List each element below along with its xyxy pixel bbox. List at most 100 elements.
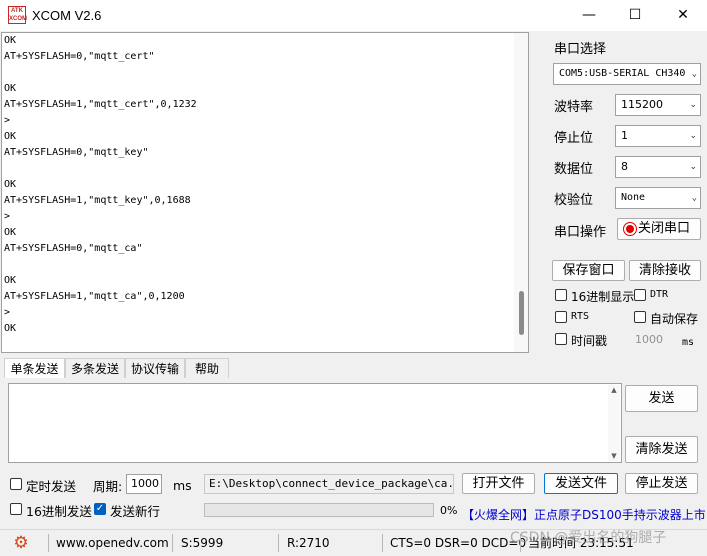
timed-send-checkbox[interactable] bbox=[10, 478, 22, 490]
window-title: XCOM V2.6 bbox=[32, 8, 102, 23]
stopbits-label: 停止位 bbox=[554, 131, 594, 146]
app-logo-icon: ATK XCOM bbox=[8, 6, 27, 24]
timestamp-checkbox[interactable] bbox=[555, 333, 567, 345]
baud-value: 115200 bbox=[621, 98, 663, 111]
clear-receive-button[interactable]: 清除接收 bbox=[629, 260, 701, 281]
tab-protocol[interactable]: 协议传输 bbox=[125, 358, 185, 378]
ad-link[interactable]: 【火爆全网】正点原子DS100手持示波器上市 bbox=[462, 506, 706, 523]
tab-multi-send[interactable]: 多条发送 bbox=[65, 358, 125, 378]
auto-save-checkbox[interactable] bbox=[634, 311, 646, 323]
stopbits-value: 1 bbox=[621, 129, 628, 142]
maximize-button[interactable]: ☐ bbox=[612, 0, 658, 31]
close-port-label: 关闭串口 bbox=[638, 221, 691, 236]
period-label: 周期: bbox=[93, 479, 123, 494]
timestamp-label: 时间戳 bbox=[571, 334, 608, 348]
scroll-down-icon[interactable]: ▼ bbox=[608, 451, 620, 461]
receive-line: > bbox=[4, 211, 11, 222]
hex-display-label: 16进制显示 bbox=[571, 290, 635, 304]
clear-send-button[interactable]: 清除发送 bbox=[625, 436, 698, 463]
sent-count: S:5999 bbox=[181, 536, 224, 550]
receive-line: AT+SYSFLASH=1,"mqtt_cert",0,1232 bbox=[4, 99, 197, 110]
receive-textarea[interactable]: OK AT+SYSFLASH=0,"mqtt_cert" OK AT+SYSFLASH… bbox=[1, 32, 529, 353]
receive-line: OK bbox=[4, 275, 17, 286]
parity-select[interactable]: None ⌄ bbox=[615, 187, 701, 209]
receive-lines: OK AT+SYSFLASH=0,"mqtt_cert" OK AT+SYSFLASH… bbox=[2, 33, 528, 337]
parity-value: None bbox=[621, 192, 646, 203]
receive-line: OK bbox=[4, 35, 17, 46]
receive-line: OK bbox=[4, 227, 17, 238]
receive-line: AT+SYSFLASH=0,"mqtt_ca" bbox=[4, 243, 143, 254]
parity-label: 校验位 bbox=[554, 193, 594, 208]
status-separator bbox=[172, 534, 173, 552]
receive-line: AT+SYSFLASH=1,"mqtt_ca",0,1200 bbox=[4, 291, 185, 302]
send-progress-bar bbox=[204, 503, 434, 517]
chevron-down-icon: ⌄ bbox=[689, 131, 697, 141]
minimize-button[interactable]: — bbox=[566, 0, 612, 31]
save-window-button[interactable]: 保存窗口 bbox=[552, 260, 625, 281]
close-button[interactable]: ✕ bbox=[660, 0, 706, 31]
hex-display-checkbox[interactable] bbox=[555, 289, 567, 301]
tab-single-send[interactable]: 单条发送 bbox=[4, 358, 65, 378]
send-newline-checkbox[interactable]: ✓ bbox=[94, 503, 106, 515]
scroll-up-icon[interactable]: ▲ bbox=[608, 385, 620, 395]
port-select-label: 串口选择 bbox=[554, 42, 607, 57]
period-unit: ms bbox=[173, 478, 192, 493]
baud-select[interactable]: 115200 ⌄ bbox=[615, 94, 701, 116]
rts-checkbox[interactable] bbox=[555, 311, 567, 323]
timestamp-interval-input[interactable]: 1000 bbox=[635, 333, 663, 346]
receive-line: > bbox=[4, 115, 11, 126]
open-file-button[interactable]: 打开文件 bbox=[462, 473, 535, 494]
dtr-checkbox[interactable] bbox=[634, 289, 646, 301]
port-op-label: 串口操作 bbox=[554, 225, 607, 240]
chevron-down-icon: ⌄ bbox=[689, 162, 697, 172]
send-file-button[interactable]: 发送文件 bbox=[544, 473, 618, 494]
status-separator bbox=[278, 534, 279, 552]
title-bar: ATK XCOM XCOM V2.6 — ☐ ✕ bbox=[0, 0, 707, 31]
send-textarea[interactable]: ▲ ▼ bbox=[8, 383, 622, 463]
dtr-label: DTR bbox=[650, 289, 669, 300]
website-link[interactable]: www.openedv.com bbox=[56, 534, 169, 552]
databits-label: 数据位 bbox=[554, 162, 594, 177]
receive-line: AT+SYSFLASH=1,"mqtt_key",0,1688 bbox=[4, 195, 191, 206]
hex-send-label: 16进制发送 bbox=[26, 504, 92, 519]
received-count: R:2710 bbox=[287, 536, 330, 550]
stop-send-button[interactable]: 停止发送 bbox=[625, 473, 698, 494]
period-input[interactable]: 1000 bbox=[126, 474, 162, 494]
auto-save-label: 自动保存 bbox=[650, 312, 699, 326]
send-button[interactable]: 发送 bbox=[625, 385, 698, 412]
receive-scrollbar[interactable] bbox=[514, 33, 528, 352]
timestamp-unit: ms bbox=[682, 337, 695, 348]
baud-label: 波特率 bbox=[554, 100, 594, 115]
hex-send-checkbox[interactable] bbox=[10, 503, 22, 515]
chevron-down-icon: ⌄ bbox=[689, 100, 697, 110]
status-separator bbox=[382, 534, 383, 552]
receive-line bbox=[2, 65, 528, 81]
watermark: CSDN @爱出名的狗腿子 bbox=[510, 530, 667, 546]
send-progress-text: 0% bbox=[440, 504, 458, 517]
receive-line: AT+SYSFLASH=0,"mqtt_cert" bbox=[4, 51, 155, 62]
receive-scroll-thumb[interactable] bbox=[519, 291, 524, 335]
receive-line: AT+SYSFLASH=0,"mqtt_key" bbox=[4, 147, 149, 158]
port-select-value: COM5:USB-SERIAL CH340 bbox=[559, 68, 686, 79]
receive-line: > bbox=[4, 307, 11, 318]
databits-select[interactable]: 8 ⌄ bbox=[615, 156, 701, 178]
receive-line: OK bbox=[4, 323, 17, 334]
chevron-down-icon: ⌄ bbox=[691, 69, 697, 79]
status-separator bbox=[48, 534, 49, 552]
receive-line bbox=[2, 257, 528, 273]
close-port-button[interactable]: 关闭串口 bbox=[617, 218, 701, 240]
gear-icon[interactable]: ⚙ bbox=[12, 534, 30, 552]
send-scrollbar[interactable]: ▲ ▼ bbox=[608, 385, 620, 461]
receive-line bbox=[2, 161, 528, 177]
receive-line: OK bbox=[4, 83, 17, 94]
chevron-down-icon: ⌄ bbox=[691, 193, 697, 203]
timed-send-label: 定时发送 bbox=[26, 479, 77, 494]
tab-help[interactable]: 帮助 bbox=[185, 358, 229, 378]
stopbits-select[interactable]: 1 ⌄ bbox=[615, 125, 701, 147]
file-path-input[interactable]: E:\Desktop\connect_device_package\ca.bin bbox=[204, 474, 454, 494]
signal-status: CTS=0 DSR=0 DCD=0 bbox=[390, 536, 527, 550]
receive-line: OK bbox=[4, 179, 17, 190]
receive-line: OK bbox=[4, 131, 17, 142]
send-newline-label: 发送新行 bbox=[110, 504, 161, 519]
port-select[interactable]: COM5:USB-SERIAL CH340 ⌄ bbox=[553, 63, 701, 85]
